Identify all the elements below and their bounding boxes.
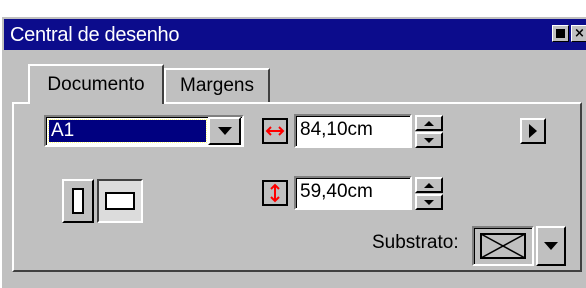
arrow-right-icon	[529, 124, 537, 138]
portrait-page-icon	[72, 188, 84, 214]
tab-margens[interactable]: Margens	[164, 68, 270, 102]
more-options-button[interactable]	[520, 118, 546, 144]
chevron-down-icon	[544, 242, 558, 250]
page-size-dropdown-button[interactable]	[208, 117, 241, 145]
arrow-down-icon	[424, 199, 434, 205]
arrow-up-icon	[424, 120, 434, 126]
close-icon: ×	[574, 26, 585, 41]
height-spinner	[415, 177, 443, 210]
substrate-dropdown-button[interactable]	[536, 226, 566, 266]
arrow-up-icon	[424, 182, 434, 188]
page-size-value: A1	[48, 119, 207, 143]
height-input[interactable]: 59,40cm	[294, 176, 412, 210]
close-button[interactable]: ×	[571, 25, 586, 42]
minimize-button[interactable]	[552, 25, 569, 42]
width-icon	[262, 118, 288, 144]
arrow-down-icon	[424, 137, 434, 143]
landscape-page-icon	[105, 192, 135, 210]
height-icon	[262, 180, 288, 206]
width-spinner	[415, 115, 443, 148]
title-bar[interactable]: Central de desenho ×	[4, 19, 586, 50]
width-decrease-button[interactable]	[415, 132, 443, 148]
chevron-down-icon	[217, 127, 232, 135]
tab-documento[interactable]: Documento	[28, 64, 164, 104]
landscape-button[interactable]	[97, 179, 143, 223]
portrait-button[interactable]	[62, 179, 94, 223]
minimize-icon	[556, 29, 565, 38]
substrate-label: Substrato:	[372, 232, 459, 253]
substrate-none-icon	[480, 233, 526, 259]
height-increase-button[interactable]	[415, 177, 443, 193]
substrate-swatch[interactable]	[472, 226, 534, 266]
width-increase-button[interactable]	[415, 115, 443, 131]
height-decrease-button[interactable]	[415, 194, 443, 210]
width-input[interactable]: 84,10cm	[294, 114, 412, 148]
window-title: Central de desenho	[10, 24, 180, 46]
